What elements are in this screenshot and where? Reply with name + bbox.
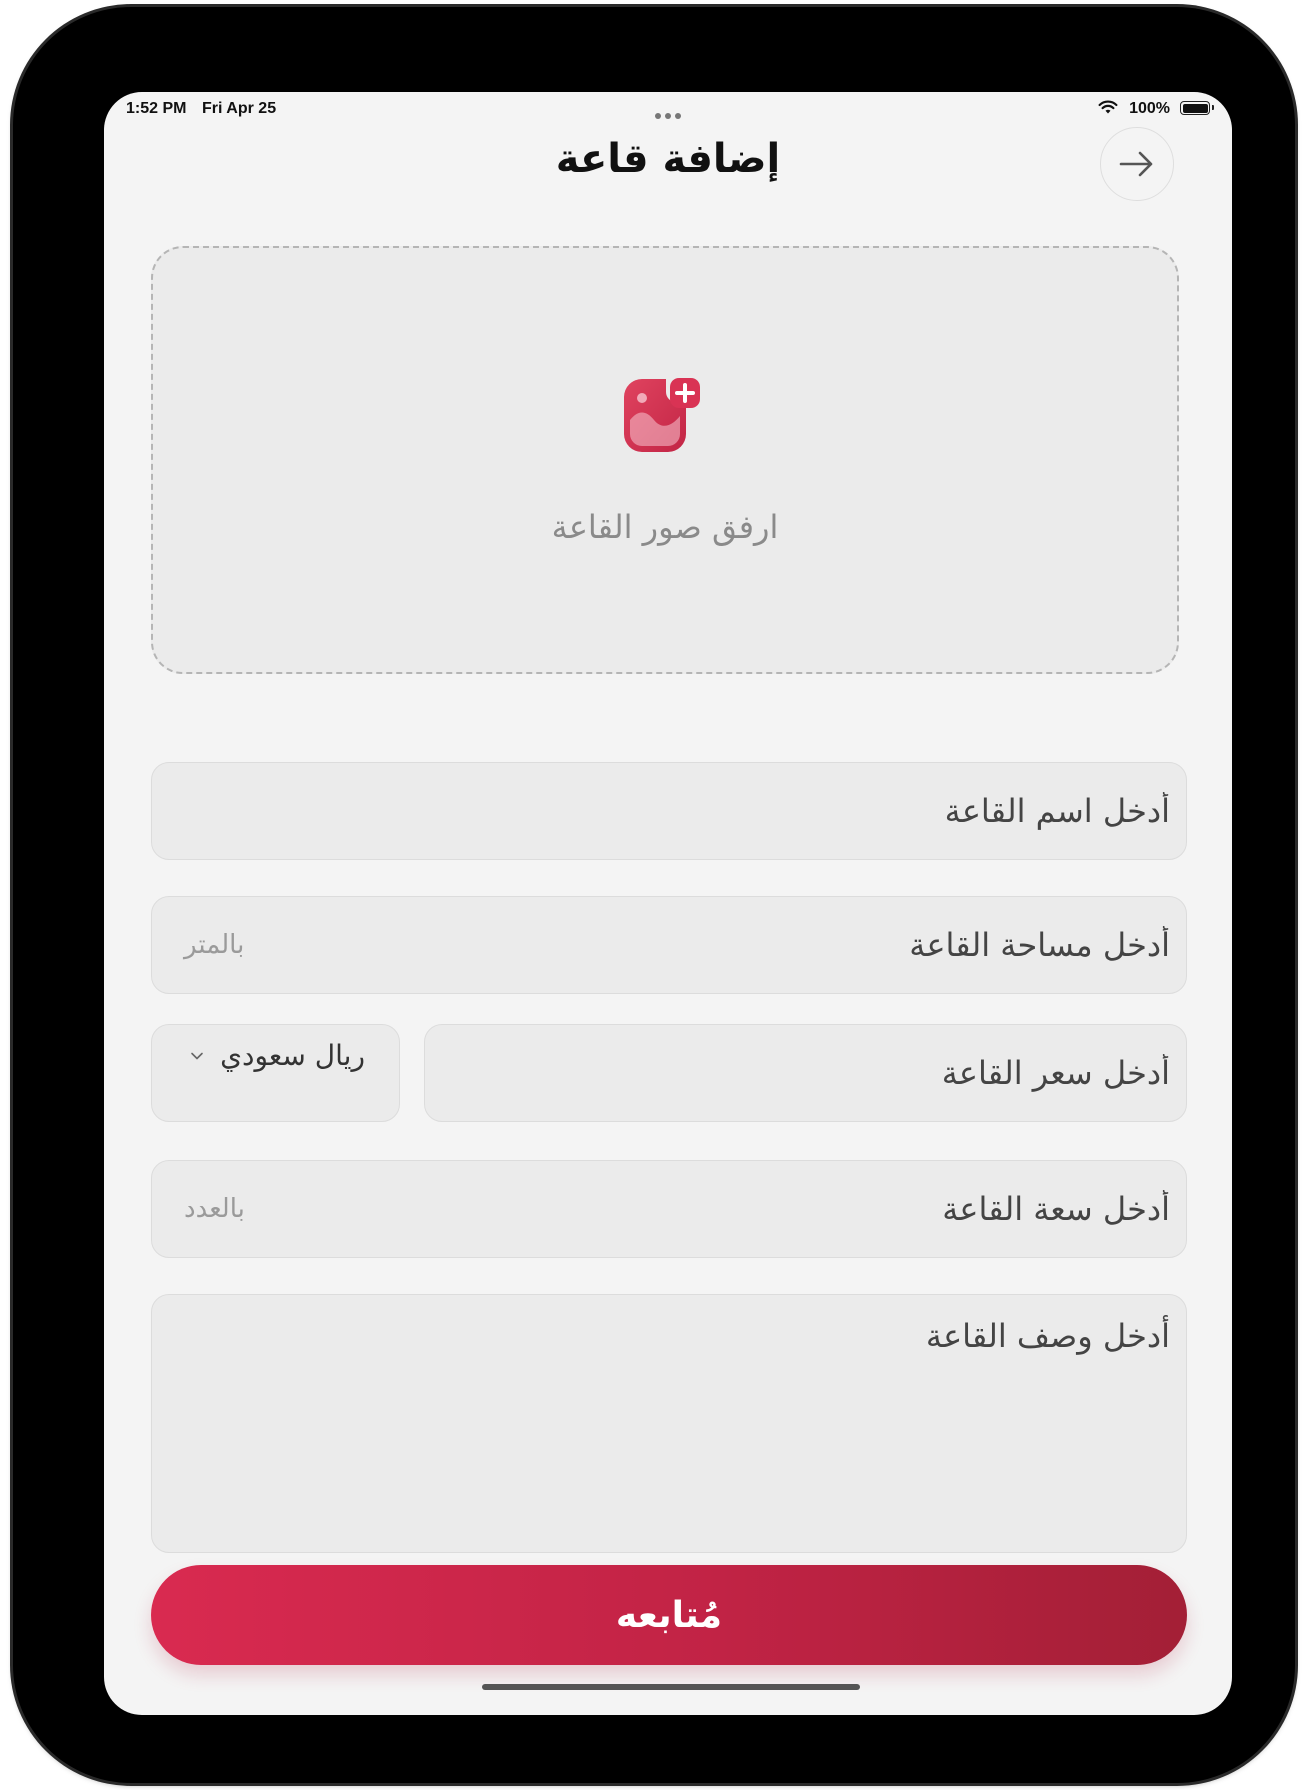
- wifi-icon: [1098, 100, 1118, 120]
- status-date: Fri Apr 25: [202, 100, 277, 117]
- back-button[interactable]: [1100, 127, 1174, 201]
- hall-description-input[interactable]: [152, 1295, 1186, 1552]
- hall-price-input[interactable]: [425, 1025, 1186, 1121]
- hall-area-input[interactable]: [152, 897, 1186, 993]
- hall-name-input[interactable]: [152, 763, 1186, 859]
- upload-photos-label: ارفق صور القاعة: [551, 508, 779, 546]
- continue-button[interactable]: مُتابعه: [151, 1565, 1187, 1665]
- page-title: إضافة قاعة: [555, 136, 781, 182]
- battery-percentage: 100%: [1129, 100, 1170, 117]
- arrow-right-icon: [1119, 151, 1153, 177]
- battery-icon: [1180, 101, 1214, 115]
- hall-capacity-input[interactable]: [152, 1161, 1186, 1257]
- currency-value: ريال سعودي: [220, 1039, 365, 1072]
- hall-area-field[interactable]: بالمتر: [151, 896, 1187, 994]
- hall-capacity-field[interactable]: بالعدد: [151, 1160, 1187, 1258]
- app-screen: 1:52 PM Fri Apr 25 100% إضافة قاعة ارفق …: [104, 92, 1232, 1715]
- hall-name-field[interactable]: [151, 762, 1187, 860]
- upload-photos-area[interactable]: ارفق صور القاعة: [151, 246, 1179, 674]
- home-indicator[interactable]: [482, 1684, 860, 1690]
- currency-select[interactable]: ريال سعودي: [151, 1024, 400, 1122]
- chevron-down-icon: [191, 1052, 203, 1060]
- hall-description-field[interactable]: [151, 1294, 1187, 1553]
- tablet-frame: 1:52 PM Fri Apr 25 100% إضافة قاعة ارفق …: [13, 7, 1295, 1783]
- multitasking-dots-icon[interactable]: [653, 106, 683, 124]
- area-unit-label: بالمتر: [184, 930, 245, 960]
- status-time: 1:52 PM: [126, 100, 187, 117]
- capacity-unit-label: بالعدد: [184, 1194, 245, 1224]
- image-add-icon: [624, 378, 700, 452]
- hall-price-field[interactable]: [424, 1024, 1187, 1122]
- status-bar: 1:52 PM Fri Apr 25 100%: [104, 92, 1232, 126]
